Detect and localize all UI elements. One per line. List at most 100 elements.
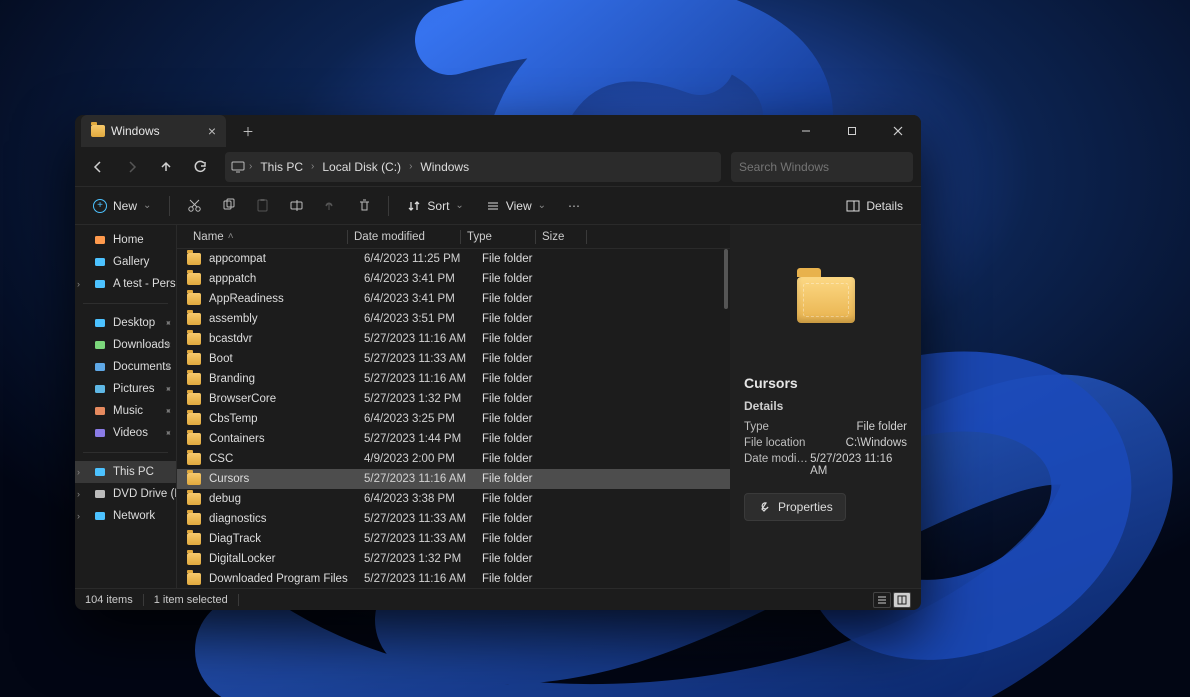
file-row[interactable]: Downloaded Program Files 5/27/2023 11:16…	[177, 569, 730, 588]
details-row: File locationC:\Windows	[744, 437, 907, 449]
column-headers: Name˄ Date modified Type Size	[177, 225, 730, 249]
file-type: File folder	[482, 333, 562, 345]
pin-icon: ✦	[162, 316, 175, 329]
more-button[interactable]: ⋯	[560, 192, 588, 220]
delete-button[interactable]	[350, 192, 378, 220]
details-view-toggle[interactable]	[893, 592, 911, 608]
selection-count: 1 item selected	[154, 594, 228, 606]
breadcrumb-local-disk[interactable]: Local Disk (C:)	[318, 160, 405, 174]
file-row[interactable]: assembly 6/4/2023 3:51 PM File folder	[177, 309, 730, 329]
sidebar-item-dvd-drive-d-ccc[interactable]: ›DVD Drive (D:) CCC	[75, 483, 176, 505]
view-toggle	[873, 592, 911, 608]
file-row[interactable]: BrowserCore 5/27/2023 1:32 PM File folde…	[177, 389, 730, 409]
file-row[interactable]: Containers 5/27/2023 1:44 PM File folder	[177, 429, 730, 449]
rename-button[interactable]	[282, 192, 310, 220]
file-name: bcastdvr	[209, 333, 364, 345]
file-row[interactable]: diagnostics 5/27/2023 11:33 AM File fold…	[177, 509, 730, 529]
up-button[interactable]	[151, 152, 181, 182]
folder-icon	[187, 453, 201, 465]
share-button[interactable]	[316, 192, 344, 220]
new-tab-button[interactable]: ＋	[236, 123, 260, 140]
file-row[interactable]: Branding 5/27/2023 11:16 AM File folder	[177, 369, 730, 389]
file-row[interactable]: DigitalLocker 5/27/2023 1:32 PM File fol…	[177, 549, 730, 569]
sidebar-item-desktop[interactable]: Desktop ✦	[75, 312, 176, 334]
search-input[interactable]	[739, 160, 905, 174]
sort-button[interactable]: Sort ⌄	[399, 192, 471, 220]
refresh-button[interactable]	[185, 152, 215, 182]
copy-button[interactable]	[214, 192, 242, 220]
file-date: 5/27/2023 11:16 AM	[364, 373, 482, 385]
folder-icon	[91, 125, 105, 137]
list-view-toggle[interactable]	[873, 592, 891, 608]
sidebar-label: Pictures	[113, 383, 155, 395]
file-type: File folder	[482, 413, 562, 425]
forward-button[interactable]	[117, 152, 147, 182]
minimize-button[interactable]	[783, 115, 829, 147]
documents-icon	[93, 360, 107, 374]
sidebar-item-music[interactable]: Music✦	[75, 400, 176, 422]
sidebar-item-pictures[interactable]: Pictures✦	[75, 378, 176, 400]
file-date: 5/27/2023 1:32 PM	[364, 553, 482, 565]
address-bar[interactable]: › This PC › Local Disk (C:) › Windows	[225, 152, 721, 182]
details-pane-button[interactable]: Details	[838, 192, 911, 220]
sidebar-item-gallery[interactable]: Gallery	[75, 251, 176, 273]
col-type[interactable]: Type	[461, 231, 535, 243]
close-window-button[interactable]	[875, 115, 921, 147]
paste-button[interactable]	[248, 192, 276, 220]
sidebar-item-downloads[interactable]: Downloads✦	[75, 334, 176, 356]
separator	[83, 303, 168, 304]
col-date[interactable]: Date modified	[348, 231, 460, 243]
separator	[83, 452, 168, 453]
properties-button[interactable]: Properties	[744, 493, 846, 521]
sidebar-item-videos[interactable]: Videos✦	[75, 422, 176, 444]
maximize-button[interactable]	[829, 115, 875, 147]
sidebar-label: Desktop	[113, 317, 155, 329]
sort-label: Sort	[427, 199, 449, 213]
details-label: Details	[866, 199, 903, 213]
folder-icon	[187, 473, 201, 485]
file-row[interactable]: DiagTrack 5/27/2023 11:33 AM File folder	[177, 529, 730, 549]
col-name[interactable]: Name˄	[187, 231, 347, 243]
tab-close-icon[interactable]: ×	[208, 123, 216, 139]
sidebar-item-network[interactable]: ›Network	[75, 505, 176, 527]
cut-button[interactable]	[180, 192, 208, 220]
divider	[143, 594, 144, 606]
detail-value: 5/27/2023 11:16 AM	[810, 453, 907, 477]
new-button[interactable]: + New ⌄	[85, 192, 159, 220]
folder-preview-icon	[797, 277, 855, 323]
file-row[interactable]: debug 6/4/2023 3:38 PM File folder	[177, 489, 730, 509]
sidebar-item-documents[interactable]: Documents✦	[75, 356, 176, 378]
file-date: 6/4/2023 3:25 PM	[364, 413, 482, 425]
item-count: 104 items	[85, 594, 133, 606]
file-row[interactable]: apppatch 6/4/2023 3:41 PM File folder	[177, 269, 730, 289]
file-date: 5/27/2023 11:33 AM	[364, 513, 482, 525]
file-name: Downloaded Program Files	[209, 573, 364, 585]
file-row[interactable]: CSC 4/9/2023 2:00 PM File folder	[177, 449, 730, 469]
pin-icon: ✦	[162, 404, 175, 417]
file-row[interactable]: bcastdvr 5/27/2023 11:16 AM File folder	[177, 329, 730, 349]
divider	[169, 196, 170, 216]
file-row[interactable]: Cursors 5/27/2023 11:16 AM File folder	[177, 469, 730, 489]
col-size[interactable]: Size	[536, 231, 586, 243]
pin-icon: ✦	[162, 426, 175, 439]
search-box[interactable]	[731, 152, 913, 182]
folder-icon	[187, 493, 201, 505]
preview-area	[730, 225, 921, 375]
file-row[interactable]: appcompat 6/4/2023 11:25 PM File folder	[177, 249, 730, 269]
sidebar-item-a-test-personal[interactable]: ›A test - Personal	[75, 273, 176, 295]
back-button[interactable]	[83, 152, 113, 182]
file-row[interactable]: AppReadiness 6/4/2023 3:41 PM File folde…	[177, 289, 730, 309]
breadcrumb-windows[interactable]: Windows	[416, 160, 473, 174]
sidebar-item-home[interactable]: Home	[75, 229, 176, 251]
file-type: File folder	[482, 513, 562, 525]
sidebar-label: A test - Personal	[113, 278, 176, 290]
sidebar-item-this-pc[interactable]: ›This PC	[75, 461, 176, 483]
file-row[interactable]: CbsTemp 6/4/2023 3:25 PM File folder	[177, 409, 730, 429]
folder-icon	[187, 253, 201, 265]
breadcrumb-this-pc[interactable]: This PC	[256, 160, 307, 174]
view-button[interactable]: View ⌄	[478, 192, 554, 220]
details-row: TypeFile folder	[744, 421, 907, 433]
tab-windows[interactable]: Windows ×	[81, 115, 226, 147]
file-row[interactable]: Boot 5/27/2023 11:33 AM File folder	[177, 349, 730, 369]
scrollbar-thumb[interactable]	[724, 249, 728, 309]
